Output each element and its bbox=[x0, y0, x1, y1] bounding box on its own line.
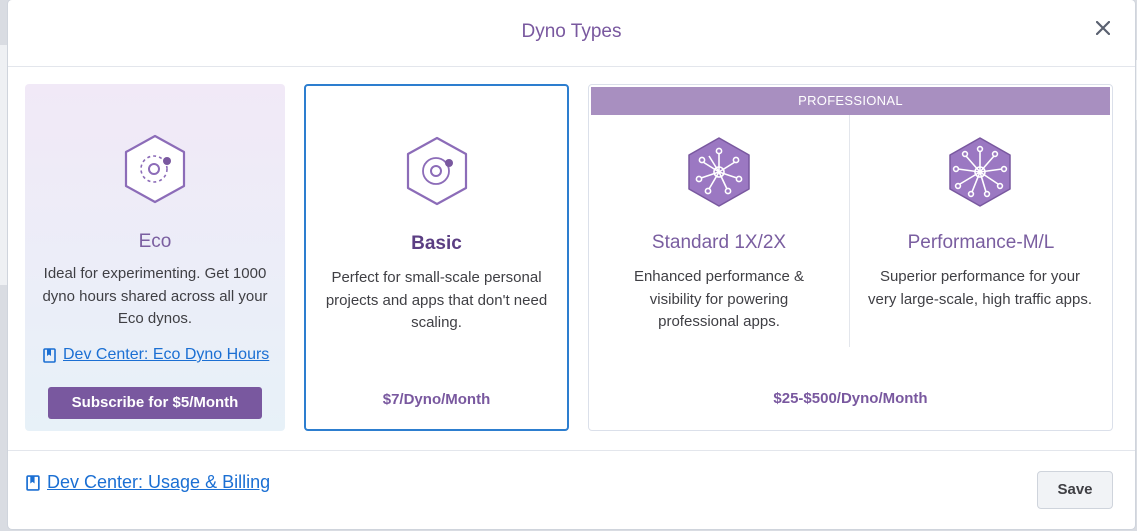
professional-banner: PROFESSIONAL bbox=[591, 87, 1110, 115]
usage-billing-link[interactable]: Dev Center: Usage & Billing bbox=[26, 472, 270, 493]
close-icon bbox=[1096, 21, 1110, 35]
dyno-types-modal: Dyno Types Eco Ideal for experimenting. … bbox=[8, 0, 1135, 529]
close-button[interactable] bbox=[1091, 16, 1115, 40]
divider bbox=[849, 115, 850, 347]
book-icon bbox=[43, 347, 57, 363]
standard-description: Enhanced performance & visibility for po… bbox=[633, 268, 805, 330]
eco-description: Ideal for experimenting. Get 1000 dyno h… bbox=[42, 265, 268, 327]
modal-title: Dyno Types bbox=[521, 21, 622, 42]
eco-dyno-icon bbox=[124, 134, 186, 204]
performance-title: Performance-M/L bbox=[907, 232, 1055, 253]
professional-price: $25-$500/Dyno/Month bbox=[773, 390, 928, 407]
eco-dyno-hours-link[interactable]: Dev Center: Eco Dyno Hours bbox=[43, 346, 269, 364]
basic-card[interactable]: Basic Perfect for small-scale personal p… bbox=[304, 84, 569, 431]
eco-dyno-hours-link-label: Dev Center: Eco Dyno Hours bbox=[63, 346, 270, 363]
eco-title: Eco bbox=[138, 231, 172, 252]
backdrop-fragment bbox=[0, 45, 8, 285]
basic-title: Basic bbox=[411, 233, 462, 254]
modal-header: Dyno Types bbox=[8, 0, 1135, 67]
performance-dyno-icon bbox=[949, 137, 1011, 207]
book-icon bbox=[26, 474, 41, 491]
basic-price: $7/Dyno/Month bbox=[382, 391, 491, 408]
eco-card[interactable]: Eco Ideal for experimenting. Get 1000 dy… bbox=[25, 84, 285, 431]
usage-billing-link-label: Dev Center: Usage & Billing bbox=[47, 472, 271, 492]
basic-description: Perfect for small-scale personal project… bbox=[325, 269, 548, 331]
save-button[interactable]: Save bbox=[1037, 471, 1113, 509]
subscribe-button[interactable]: Subscribe for $5/Month bbox=[48, 387, 262, 419]
basic-dyno-icon bbox=[406, 136, 467, 206]
modal-footer: Dev Center: Usage & Billing Save bbox=[8, 450, 1135, 530]
standard-dyno-icon bbox=[688, 137, 750, 207]
professional-card[interactable]: PROFESSIONAL Standard 1X/2X Enhanced per… bbox=[588, 84, 1113, 431]
performance-description: Superior performance for your very large… bbox=[868, 268, 1092, 308]
standard-title: Standard 1X/2X bbox=[651, 232, 787, 253]
